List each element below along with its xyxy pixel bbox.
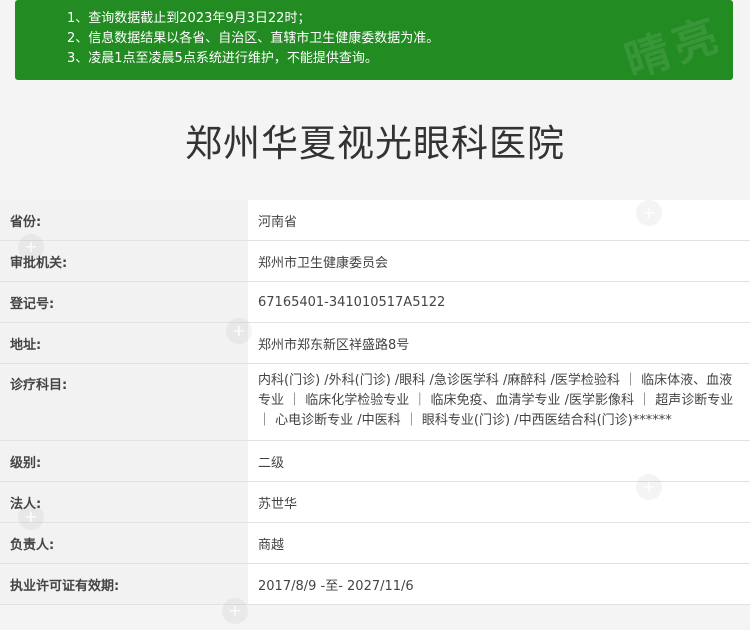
row-label-license-validity: 执业许可证有效期: <box>0 564 248 604</box>
row-label-province: 省份: <box>0 200 248 240</box>
row-label-registration-number: 登记号: <box>0 282 248 322</box>
page-title: 郑州华夏视光眼科医院 <box>185 122 565 165</box>
table-row: 级别: 二级 <box>0 441 750 482</box>
table-row: 执业许可证有效期: 2017/8/9 -至- 2027/11/6 <box>0 564 750 605</box>
plus-circle-icon: + <box>222 598 248 624</box>
row-label-address: 地址: <box>0 323 248 363</box>
plus-circle-icon: + <box>18 234 44 260</box>
row-value-person-in-charge: 商越 <box>248 523 750 563</box>
hospital-info-table: 省份: 河南省 审批机关: 郑州市卫生健康委员会 登记号: 67165401-3… <box>0 200 750 605</box>
row-value-province: 河南省 <box>248 200 750 240</box>
table-row: 诊疗科目: 内科(门诊) /外科(门诊) /眼科 /急诊医学科 /麻醉科 /医学… <box>0 364 750 441</box>
table-row: 负责人: 商越 <box>0 523 750 564</box>
row-value-level: 二级 <box>248 441 750 481</box>
table-row: 地址: 郑州市郑东新区祥盛路8号 <box>0 323 750 364</box>
row-value-license-validity: 2017/8/9 -至- 2027/11/6 <box>248 564 750 604</box>
plus-circle-icon: + <box>636 474 662 500</box>
row-value-departments: 内科(门诊) /外科(门诊) /眼科 /急诊医学科 /麻醉科 /医学检验科 ｜ … <box>248 364 750 440</box>
row-value-registration-number: 67165401-341010517A5122 <box>248 282 750 322</box>
table-row: 登记号: 67165401-341010517A5122 <box>0 282 750 323</box>
table-row: 审批机关: 郑州市卫生健康委员会 <box>0 241 750 282</box>
row-value-legal-person: 苏世华 <box>248 482 750 522</box>
plus-circle-icon: + <box>18 504 44 530</box>
row-label-level: 级别: <box>0 441 248 481</box>
notice-banner: 1、查询数据截止到2023年9月3日22时； 2、信息数据结果以各省、自治区、直… <box>15 0 733 80</box>
plus-circle-icon: + <box>636 200 662 226</box>
row-label-departments: 诊疗科目: <box>0 364 248 440</box>
plus-circle-icon: + <box>226 318 252 344</box>
row-value-approval-authority: 郑州市卫生健康委员会 <box>248 241 750 281</box>
row-value-address: 郑州市郑东新区祥盛路8号 <box>248 323 750 363</box>
row-label-person-in-charge: 负责人: <box>0 523 248 563</box>
